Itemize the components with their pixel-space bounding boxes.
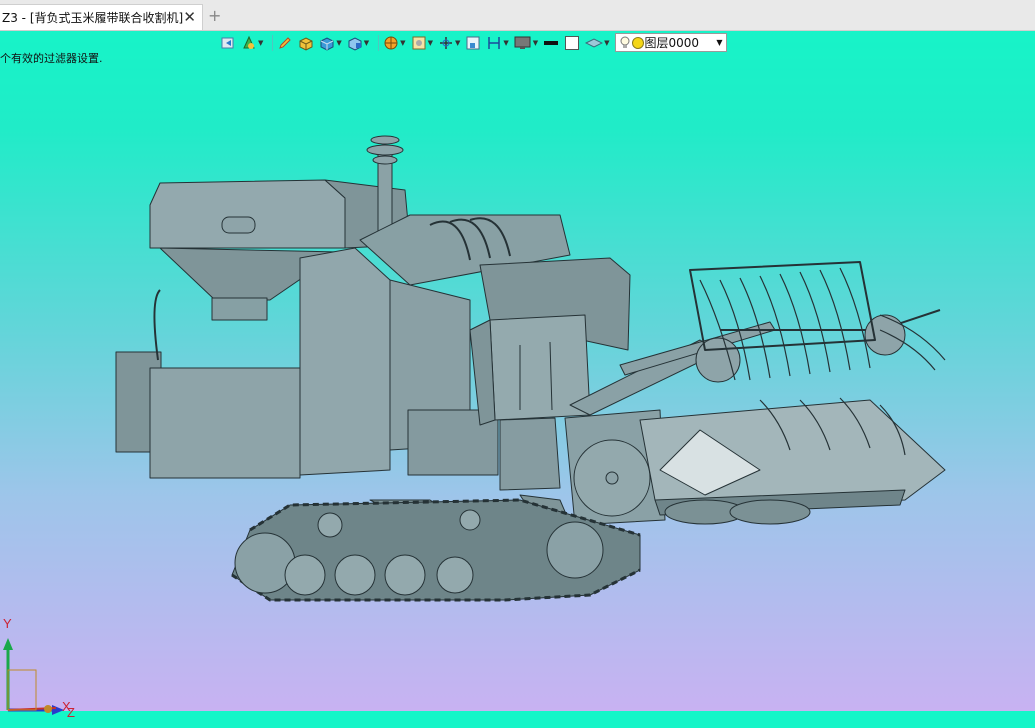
region-button[interactable] (465, 33, 481, 53)
layer-name: 图层0000 (644, 36, 700, 50)
color-black-icon (544, 40, 559, 45)
shaded-cube-button[interactable]: ▼ (319, 33, 342, 53)
layer-color-icon (631, 36, 644, 49)
close-icon[interactable]: ✕ (183, 8, 196, 26)
axis-icon (439, 36, 452, 49)
3d-viewport[interactable]: Y X Z (0, 54, 1035, 720)
y-axis-label: Y (3, 616, 12, 631)
dimension-icon (488, 36, 501, 49)
layer-stack-button[interactable]: ▼ (585, 33, 610, 53)
solid-box-button[interactable] (298, 33, 314, 53)
region-icon (466, 36, 480, 49)
color-white-icon (565, 35, 580, 50)
sphere-button[interactable]: ▼ (383, 33, 406, 53)
coordinate-triad: Y X Z (0, 614, 90, 724)
fill-color-button[interactable] (564, 33, 580, 53)
shaded-cube-icon (320, 36, 334, 51)
layer-stack-icon (585, 37, 604, 48)
view-restore-button[interactable] (220, 33, 236, 53)
view-restore-icon (221, 37, 234, 48)
frame-icon (412, 36, 426, 49)
harvester-model (115, 135, 946, 602)
frame-button[interactable]: ▼ (411, 33, 433, 53)
pencil-icon (279, 36, 292, 49)
sphere-icon (384, 36, 398, 49)
line-color-button[interactable] (543, 33, 559, 53)
render-mode-icon (243, 35, 255, 49)
wire-cube-icon (348, 36, 362, 51)
display-icon (514, 36, 531, 49)
axis-triad-icon (3, 638, 64, 715)
solid-box-icon (299, 36, 313, 51)
display-button[interactable]: ▼ (514, 33, 538, 53)
wire-cube-button[interactable]: ▼ (347, 33, 369, 53)
z-axis-label: Z (67, 705, 75, 720)
dimension-button[interactable]: ▼ (486, 33, 509, 53)
tab-bar: Z3 - [背负式玉米履带联合收割机] ✕ + (0, 0, 1035, 31)
view-toolbar: ▼ ▼ ▼ ▼ ▼ ▼ ▼ ▼ ▼ 图层0000 ▼ (220, 32, 727, 53)
render-mode-button[interactable]: ▼ (241, 33, 263, 53)
sketch-button[interactable] (277, 33, 293, 53)
chevron-down-icon[interactable]: ▼ (716, 38, 722, 47)
layer-select[interactable]: 图层0000 ▼ (614, 33, 727, 52)
lightbulb-icon (620, 36, 630, 48)
add-tab-icon[interactable]: + (208, 6, 221, 25)
axis-button[interactable]: ▼ (438, 33, 460, 53)
document-tab[interactable]: Z3 - [背负式玉米履带联合收割机] ✕ (0, 4, 203, 30)
document-tab-title: Z3 - [背负式玉米履带联合收割机] (2, 11, 184, 25)
